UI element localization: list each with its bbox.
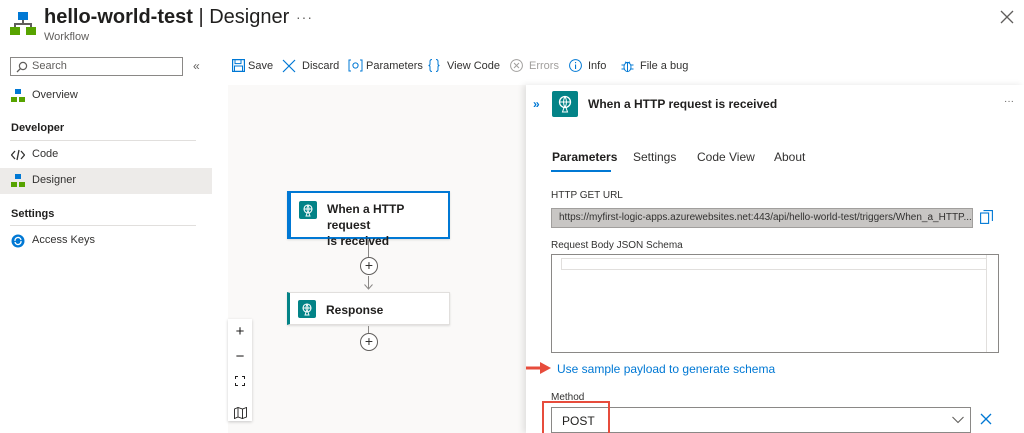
copy-icon[interactable]	[980, 210, 993, 224]
collapse-sidebar-icon[interactable]: «	[193, 59, 200, 73]
fit-view-button[interactable]	[228, 376, 252, 401]
refresh-key-icon	[11, 234, 25, 248]
expand-panel-icon[interactable]: »	[533, 97, 540, 111]
workflow-icon	[10, 10, 36, 36]
search-input[interactable]: Search	[10, 57, 183, 76]
add-step-button[interactable]: +	[360, 333, 378, 351]
active-tab-indicator	[551, 170, 611, 172]
sidebar-item-overview[interactable]: Overview	[0, 83, 212, 109]
chevron-down-icon	[952, 416, 964, 424]
info-button[interactable]: Info	[569, 58, 611, 76]
annotation-highlight-box	[542, 401, 610, 433]
sidebar-item-label: Access Keys	[32, 234, 95, 246]
code-icon	[11, 149, 25, 161]
add-step-button[interactable]: +	[360, 257, 378, 275]
sidebar-section-settings: Settings	[11, 208, 55, 220]
parameters-icon	[348, 59, 363, 72]
more-options-icon[interactable]: ···	[1004, 96, 1014, 107]
fit-view-icon	[235, 376, 245, 386]
zoom-out-button[interactable]: −	[228, 344, 252, 369]
close-icon[interactable]	[1000, 10, 1014, 24]
sidebar-section-developer: Developer	[11, 122, 65, 134]
response-label: Response	[326, 303, 384, 317]
bug-icon	[621, 61, 634, 73]
http-get-url-label: HTTP GET URL	[551, 190, 623, 201]
http-request-icon	[299, 201, 317, 219]
tab-code-view[interactable]: Code View	[697, 150, 755, 164]
method-select[interactable]: POST	[551, 407, 971, 433]
response-card[interactable]: Response	[287, 292, 450, 325]
file-bug-button[interactable]: File a bug	[621, 58, 691, 76]
discard-icon	[282, 59, 296, 73]
sidebar-item-access-keys[interactable]: Access Keys	[0, 228, 212, 254]
zoom-controls: + −	[228, 319, 252, 421]
discard-button[interactable]: Discard	[282, 58, 340, 76]
sidebar-divider	[10, 140, 196, 141]
trigger-label: When a HTTP request is received	[327, 202, 405, 248]
tab-settings[interactable]: Settings	[633, 150, 676, 164]
zoom-in-button[interactable]: +	[228, 319, 252, 344]
save-button[interactable]: Save	[232, 58, 273, 76]
editor-scrollbar[interactable]	[986, 255, 998, 352]
workflow-icon	[11, 89, 25, 102]
curly-braces-icon	[428, 59, 440, 72]
tab-parameters[interactable]: Parameters	[552, 150, 617, 164]
sidebar-item-label: Code	[32, 148, 59, 160]
designer-canvas[interactable]	[228, 85, 528, 433]
error-circle-icon	[510, 59, 523, 72]
search-icon	[16, 61, 28, 73]
more-options-icon[interactable]: ···	[296, 9, 313, 25]
clear-icon[interactable]	[980, 413, 992, 425]
sidebar-item-label: Overview	[32, 89, 78, 101]
http-request-icon	[552, 91, 578, 117]
info-icon	[569, 59, 582, 72]
generate-schema-link[interactable]: Use sample payload to generate schema	[557, 362, 775, 376]
map-icon	[233, 407, 247, 419]
save-icon	[232, 59, 245, 72]
tab-about[interactable]: About	[774, 150, 805, 164]
annotation-arrow-icon	[526, 361, 552, 375]
search-placeholder: Search	[32, 60, 67, 72]
editor-line	[561, 258, 987, 270]
page-title: hello-world-test | Designer	[44, 6, 290, 28]
arrow-down-icon	[364, 284, 373, 290]
minimap-button[interactable]	[228, 407, 252, 432]
parameters-button[interactable]: Parameters	[348, 58, 423, 76]
sidebar-item-label: Designer	[32, 174, 77, 186]
sidebar-item-designer[interactable]: Designer	[0, 168, 212, 194]
page-subtitle: Workflow	[44, 31, 90, 43]
connector-line	[368, 240, 369, 257]
schema-editor[interactable]	[551, 254, 999, 353]
sidebar-item-code[interactable]: Code	[0, 142, 212, 168]
errors-button[interactable]: Errors	[510, 58, 560, 76]
view-code-button[interactable]: View Code	[428, 58, 500, 76]
trigger-card[interactable]: When a HTTP request is received	[287, 191, 450, 248]
schema-label: Request Body JSON Schema	[551, 240, 683, 251]
panel-title: When a HTTP request is received	[588, 97, 778, 111]
sidebar-divider	[10, 225, 196, 226]
connector-line	[368, 326, 369, 333]
http-get-url-field[interactable]: https://myfirst-logic-apps.azurewebsites…	[551, 208, 973, 228]
http-response-icon	[298, 300, 316, 318]
workflow-icon	[11, 174, 25, 187]
